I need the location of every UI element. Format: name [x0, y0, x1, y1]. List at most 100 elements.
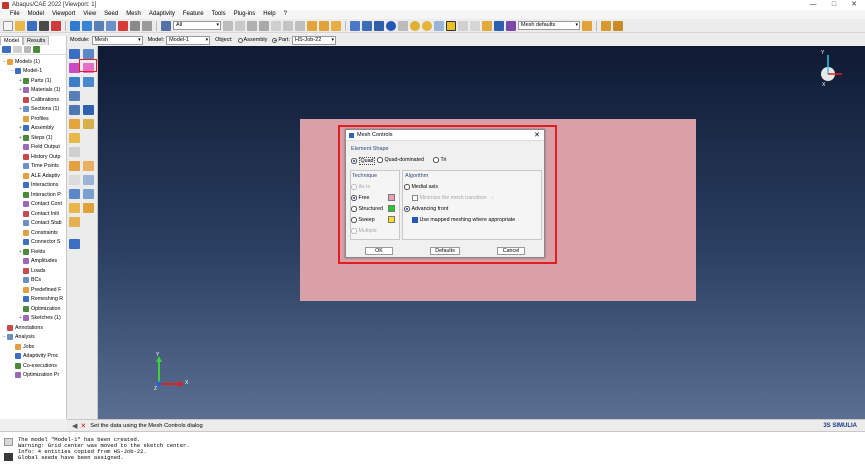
partition-edge-icon[interactable]	[69, 147, 80, 157]
tab-results[interactable]: Results	[22, 36, 50, 45]
filter-tree-icon[interactable]	[24, 46, 31, 53]
remesh-icon[interactable]	[83, 175, 94, 185]
select-options-icon[interactable]	[223, 20, 233, 31]
tree-item[interactable]: Time Points	[0, 162, 66, 172]
technique-sweep-radio[interactable]	[351, 217, 357, 223]
tree-item[interactable]: ALE Adaptiv	[0, 171, 66, 181]
model-select[interactable]: Model-1 ▾	[166, 35, 211, 45]
tree-item[interactable]: Contact Stab	[0, 219, 66, 229]
tree-item[interactable]: Calibrations	[0, 95, 66, 105]
zoom-box-icon[interactable]	[106, 20, 116, 31]
tree-item[interactable]: Co-executions	[0, 361, 66, 371]
verify-mesh-icon[interactable]	[69, 119, 80, 129]
menu-model[interactable]: Model	[24, 10, 48, 19]
tree-item[interactable]: Amplitudes	[0, 257, 66, 267]
tree-item[interactable]: + Sections (1)	[0, 105, 66, 115]
model-manager-icon[interactable]	[2, 46, 11, 53]
show-icon[interactable]	[398, 20, 408, 31]
defaults-button[interactable]: Defaults	[430, 247, 460, 255]
query-icon[interactable]	[259, 20, 269, 31]
view-left-icon[interactable]	[319, 20, 329, 31]
tree-item[interactable]: − Analysis	[0, 333, 66, 343]
hide-icon[interactable]	[434, 20, 444, 31]
tree-item[interactable]: − Models (1)	[0, 57, 66, 67]
element-type-region-icon[interactable]	[83, 77, 94, 87]
print-icon[interactable]	[39, 20, 49, 31]
tree-item[interactable]: Jobs	[0, 342, 66, 352]
menu-file[interactable]: File	[0, 10, 24, 19]
tree-item[interactable]: Optimization	[0, 304, 66, 314]
tree-item[interactable]: Interaction P	[0, 190, 66, 200]
render-hidden-icon[interactable]	[362, 20, 372, 31]
save-icon[interactable]	[27, 20, 37, 31]
rotate-icon[interactable]	[82, 20, 92, 31]
seed-part-icon[interactable]	[69, 49, 80, 59]
tree-item[interactable]: Connector S	[0, 238, 66, 248]
technique-as-is-radio[interactable]	[351, 184, 357, 190]
object-assembly-radio[interactable]	[237, 37, 243, 43]
back-arrow-icon[interactable]: ◀	[72, 422, 77, 430]
undo-icon[interactable]	[458, 20, 468, 31]
mesh-stats-icon[interactable]	[83, 119, 94, 129]
algorithm-advancing-front-option[interactable]: Advancing front	[404, 206, 448, 212]
technique-multiple-radio[interactable]	[351, 228, 357, 234]
expand-tree-icon[interactable]	[13, 46, 22, 53]
tree-item[interactable]: Profiles	[0, 114, 66, 124]
menu-tools[interactable]: Tools	[208, 10, 230, 19]
menu-view[interactable]: View	[79, 10, 100, 19]
tree-item[interactable]: + Assembly	[0, 124, 66, 134]
select-arrow-icon[interactable]	[161, 20, 171, 31]
dialog-title-bar[interactable]: Mesh Controls ✕	[346, 130, 544, 141]
mesh-part-icon[interactable]	[69, 91, 80, 101]
shape-quad-dominated-radio[interactable]	[377, 157, 383, 163]
sketch-icon[interactable]	[482, 20, 492, 31]
perspective-icon[interactable]	[142, 20, 152, 31]
magnify-icon[interactable]	[94, 20, 104, 31]
minimize-transition-checkbox[interactable]	[412, 195, 418, 201]
maximize-button[interactable]: □	[824, 0, 844, 10]
cancel-button[interactable]: Cancel	[497, 247, 525, 255]
medial-axis-radio[interactable]	[404, 184, 410, 190]
stop-icon[interactable]	[51, 20, 61, 31]
light-icon[interactable]	[410, 20, 420, 31]
technique-structured-option[interactable]: Structured	[351, 206, 383, 212]
use-mapped-meshing-checkbox[interactable]	[412, 217, 418, 223]
repair-icon[interactable]	[83, 161, 94, 171]
mesh-region-icon[interactable]	[69, 105, 80, 115]
view-iso-icon[interactable]	[307, 20, 317, 31]
whats-this-help-icon[interactable]: ?	[280, 10, 291, 19]
layout-icon[interactable]	[601, 20, 611, 31]
menu-help[interactable]: Help	[259, 10, 279, 19]
edit-mesh-icon[interactable]	[69, 175, 80, 185]
tree-item[interactable]: Interactions	[0, 181, 66, 191]
technique-sweep-option[interactable]: Sweep	[351, 217, 375, 223]
table-icon[interactable]	[494, 20, 504, 31]
tree-item[interactable]: Field Output	[0, 143, 66, 153]
seed-edges-icon[interactable]	[83, 49, 94, 59]
part-select[interactable]: HS-Job-22 ▾	[292, 35, 336, 45]
view-top-icon[interactable]	[295, 20, 305, 31]
menu-plugins[interactable]: Plug-ins	[230, 10, 260, 19]
technique-free-radio[interactable]	[351, 195, 357, 201]
tree-item[interactable]: Remeshing R	[0, 295, 66, 305]
node-edit-icon[interactable]	[83, 189, 94, 199]
replace-selection-icon[interactable]	[247, 20, 257, 31]
minimize-button[interactable]: —	[803, 0, 823, 10]
message-area-icon[interactable]	[4, 438, 13, 446]
mesh-orphan-icon[interactable]	[69, 189, 80, 199]
shape-tri-radio[interactable]	[433, 157, 439, 163]
technique-free-option[interactable]: Free	[351, 195, 369, 201]
tile-icon[interactable]	[613, 20, 623, 31]
selection-filter-select[interactable]: All ▾	[173, 21, 221, 30]
module-select[interactable]: Mesh ▾	[91, 35, 143, 45]
menu-mesh[interactable]: Mesh	[122, 10, 145, 19]
sun-icon[interactable]	[422, 20, 432, 31]
render-shaded-icon[interactable]	[374, 20, 384, 31]
element-type-icon[interactable]	[69, 77, 80, 87]
shape-quad-dominated-option[interactable]: Quad-dominated	[377, 157, 424, 163]
algorithm-medial-axis-option[interactable]: Medial axis	[404, 184, 438, 190]
advancing-front-radio[interactable]	[404, 206, 410, 212]
info-icon[interactable]	[386, 20, 396, 31]
pan-icon[interactable]	[70, 20, 80, 31]
ok-button[interactable]: OK	[365, 247, 393, 255]
